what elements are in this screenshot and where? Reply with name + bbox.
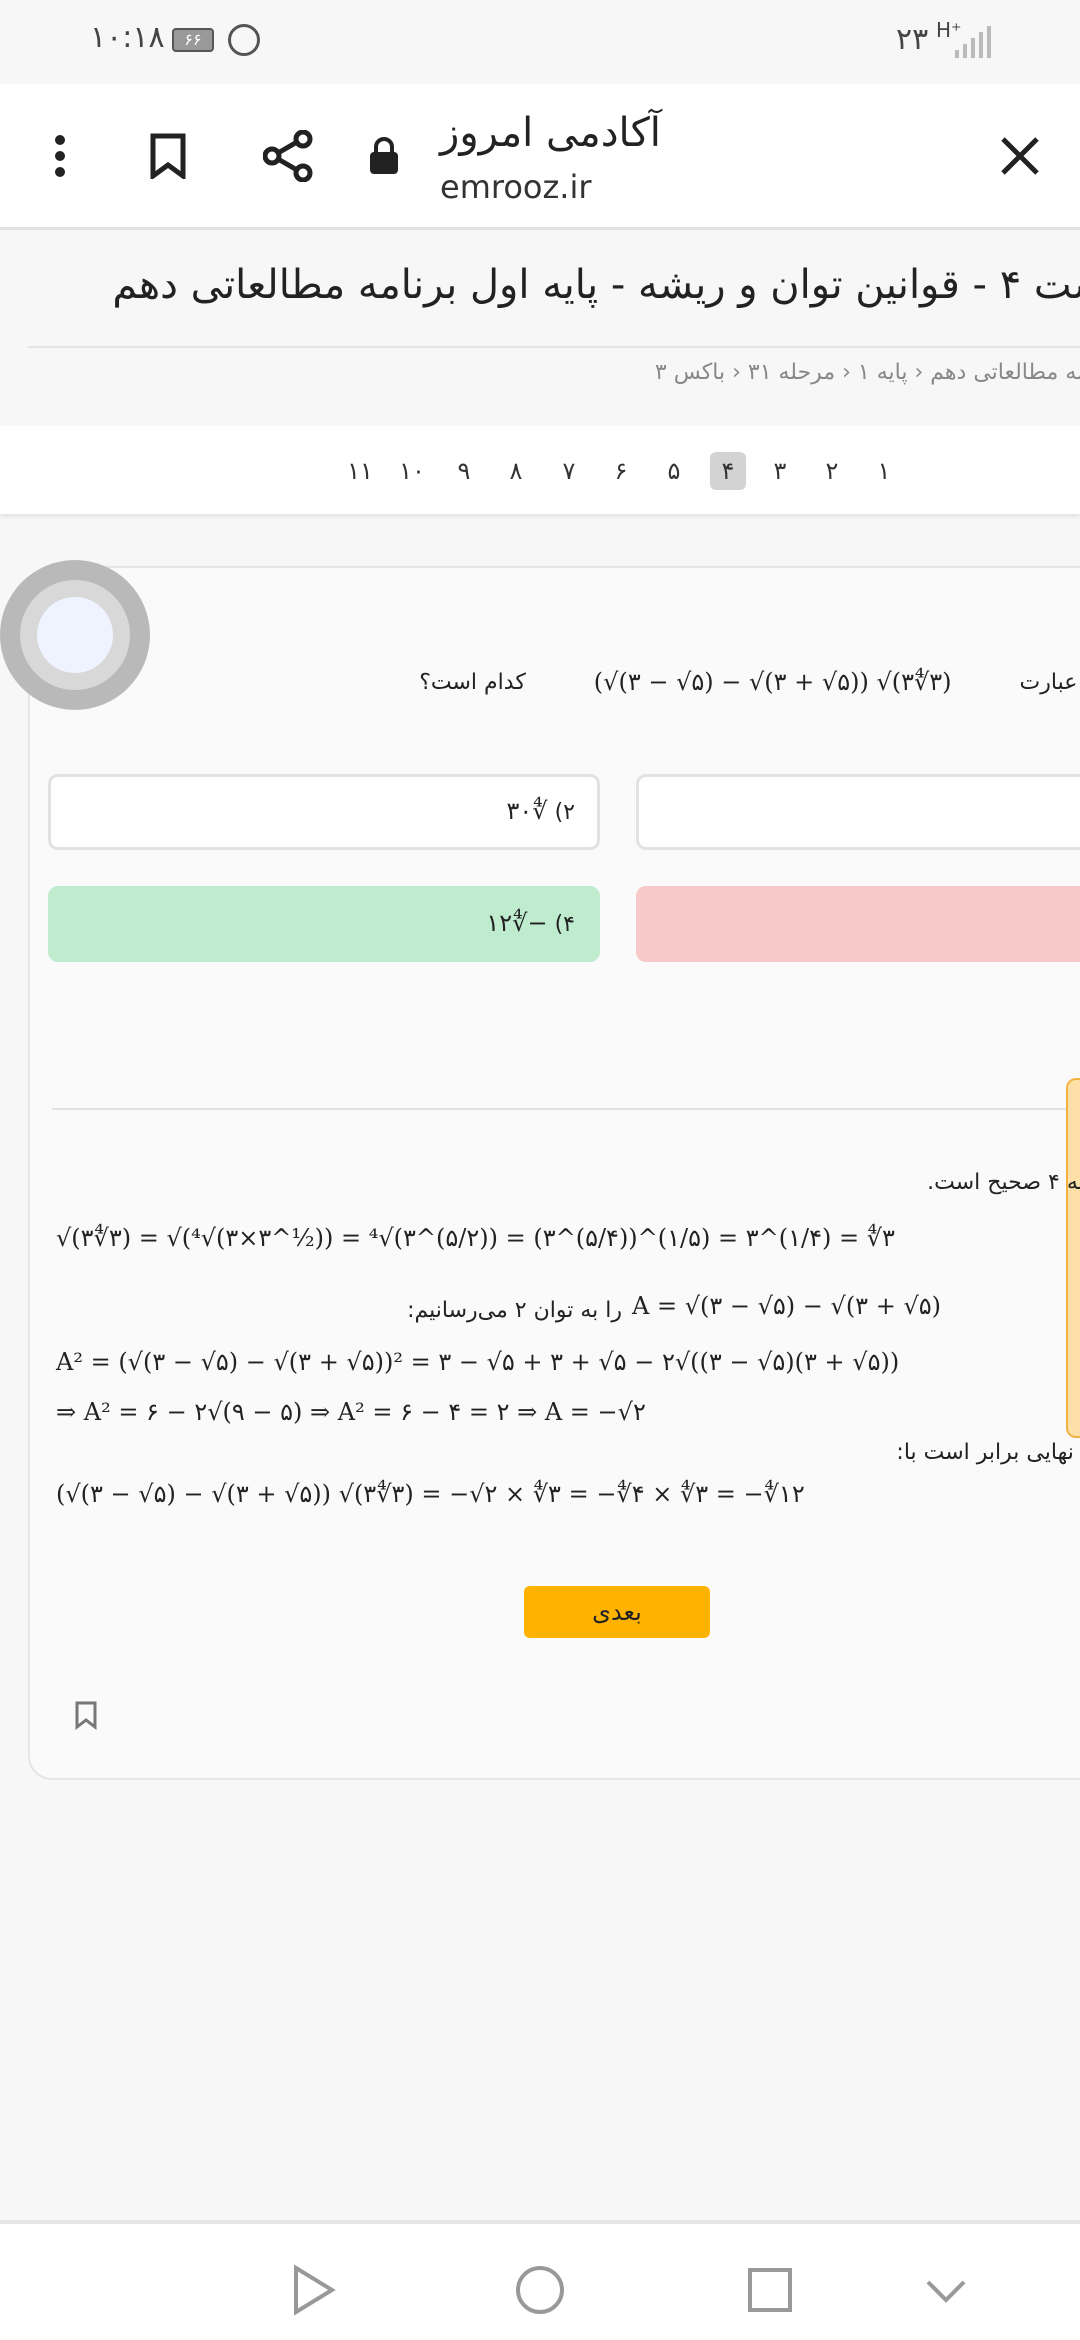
divider <box>28 346 1080 348</box>
breadcrumb-item[interactable]: برنامه مطالعاتی دهم <box>930 360 1080 385</box>
solution-math-3: ⇒ A² = ۶ − ۲√(۹ − ۵) ⇒ A² = ۶ − ۴ = ۲ ⇒ … <box>56 1398 646 1426</box>
option-1[interactable] <box>636 774 1080 850</box>
hint-panel <box>1066 1078 1080 1438</box>
next-button[interactable]: بعدی <box>524 1586 710 1638</box>
bubble-inner-icon <box>20 580 130 690</box>
option-4-correct[interactable]: ۴) −∜۱۲ <box>48 886 600 962</box>
solution-math-2: A² = (√(۳ − √۵) − √(۳ + √۵))² = ۳ − √۵ +… <box>56 1348 900 1376</box>
page-number[interactable]: ۱ <box>866 452 902 490</box>
clock: ۱۰:۱۸ <box>90 20 165 55</box>
solution-math-a: A = √(۳ − √۵) − √(۳ + √۵) <box>632 1292 941 1320</box>
breadcrumb-item[interactable]: مرحله ۳۱ <box>748 360 835 385</box>
breadcrumb: برنامه مطالعاتی دهم ‹ پایه ۱ ‹ مرحله ۳۱ … <box>655 360 1080 385</box>
page-number[interactable]: ۵ <box>656 452 692 490</box>
question-prefix: حاصل عبارت <box>1019 669 1080 695</box>
bookmark-icon[interactable] <box>74 1700 98 1730</box>
page-number[interactable]: ۲ <box>814 452 850 490</box>
question-suffix: کدام است؟ <box>419 669 526 695</box>
page-number[interactable]: ۸ <box>498 452 534 490</box>
battery-level: ۶۶ <box>184 30 202 49</box>
signal-label: ۲۳ <box>896 22 929 57</box>
chevron-down-icon[interactable] <box>914 2258 978 2322</box>
question-text: حاصل عبارت (√(۳ − √۵) − √(۳ + √۵)) √(۳∜۳… <box>419 668 1080 696</box>
option-number: ۲) <box>554 800 575 825</box>
page-number[interactable]: ۳ <box>762 452 798 490</box>
play-icon[interactable] <box>280 2258 344 2322</box>
solution-line-1: گزینه ۴ صحیح است. <box>927 1170 1080 1195</box>
bookmark-button[interactable] <box>124 112 212 200</box>
solution-math-4: (√(۳ − √۵) − √(۳ + √۵)) √(۳∜۳) = −√۲ × ∜… <box>56 1480 805 1508</box>
page-number-active[interactable]: ۴ <box>710 452 746 490</box>
signal-icon <box>955 26 991 58</box>
solution-math-1: √(۳∜۳) = √(⁴√(۳×۳^½)) = ⁴√(۳^(۵/۲)) = (۳… <box>56 1224 895 1252</box>
alarm-icon <box>228 24 260 56</box>
option-2[interactable]: ۲) ∜۳۰ <box>48 774 600 850</box>
more-vert-icon <box>55 135 65 177</box>
home-button[interactable] <box>508 2258 572 2322</box>
page-number[interactable]: ۹ <box>446 452 482 490</box>
page-number[interactable]: ۷ <box>551 452 587 490</box>
status-bar: ۱۰:۱۸ ۶۶ ۲۳ H⁺ <box>0 0 1080 84</box>
site-title: آکادمی امروز <box>440 110 661 156</box>
divider <box>52 1108 1080 1110</box>
question-pager: ۱ ۲ ۳ ۴ ۵ ۶ ۷ ۸ ۹ ۱۰ ۱۱ <box>0 426 1080 514</box>
close-icon <box>1001 137 1039 175</box>
more-options-button[interactable] <box>16 112 104 200</box>
lesson-title: تست ۴ - قوانین توان و ریشه - پایه اول بر… <box>112 262 1080 308</box>
system-nav-bar <box>0 2220 1080 2340</box>
breadcrumb-item[interactable]: پایه ۱ <box>858 360 908 385</box>
recents-button[interactable] <box>738 2258 802 2322</box>
custom-tab-toolbar: آکادمی امروز emrooz.ir <box>0 84 1080 230</box>
option-3-wrong[interactable] <box>636 886 1080 962</box>
solution-line-2: A = √(۳ − √۵) − √(۳ + √۵) <box>632 1292 941 1320</box>
page-content: تست ۴ - قوانین توان و ریشه - پایه اول بر… <box>0 230 1080 2230</box>
page-number[interactable]: ۱۱ <box>342 452 378 490</box>
option-value: −∜۱۲ <box>486 909 548 937</box>
lock-icon <box>370 137 398 174</box>
share-icon <box>263 130 313 182</box>
share-button[interactable] <box>244 112 332 200</box>
option-number: ۴) <box>554 912 575 937</box>
close-button[interactable] <box>976 112 1064 200</box>
bookmark-icon <box>150 133 186 179</box>
solution-line-2-text: را به توان ۲ می‌رسانیم: <box>407 1298 622 1323</box>
question-expression: (√(۳ − √۵) − √(۳ + √۵)) √(۳∜۳) <box>593 668 952 696</box>
battery-icon: ۶۶ <box>172 28 214 52</box>
page-number[interactable]: ۶ <box>603 452 639 490</box>
solution-line-3: بنابراین پاسخ نهایی برابر است با: <box>896 1440 1080 1465</box>
floating-bubble[interactable] <box>0 560 150 710</box>
breadcrumb-item[interactable]: باکس ۳ <box>655 360 725 385</box>
option-value: ∜۳۰ <box>506 797 548 825</box>
page-number[interactable]: ۱۰ <box>394 452 430 490</box>
site-url[interactable]: emrooz.ir <box>440 168 591 206</box>
